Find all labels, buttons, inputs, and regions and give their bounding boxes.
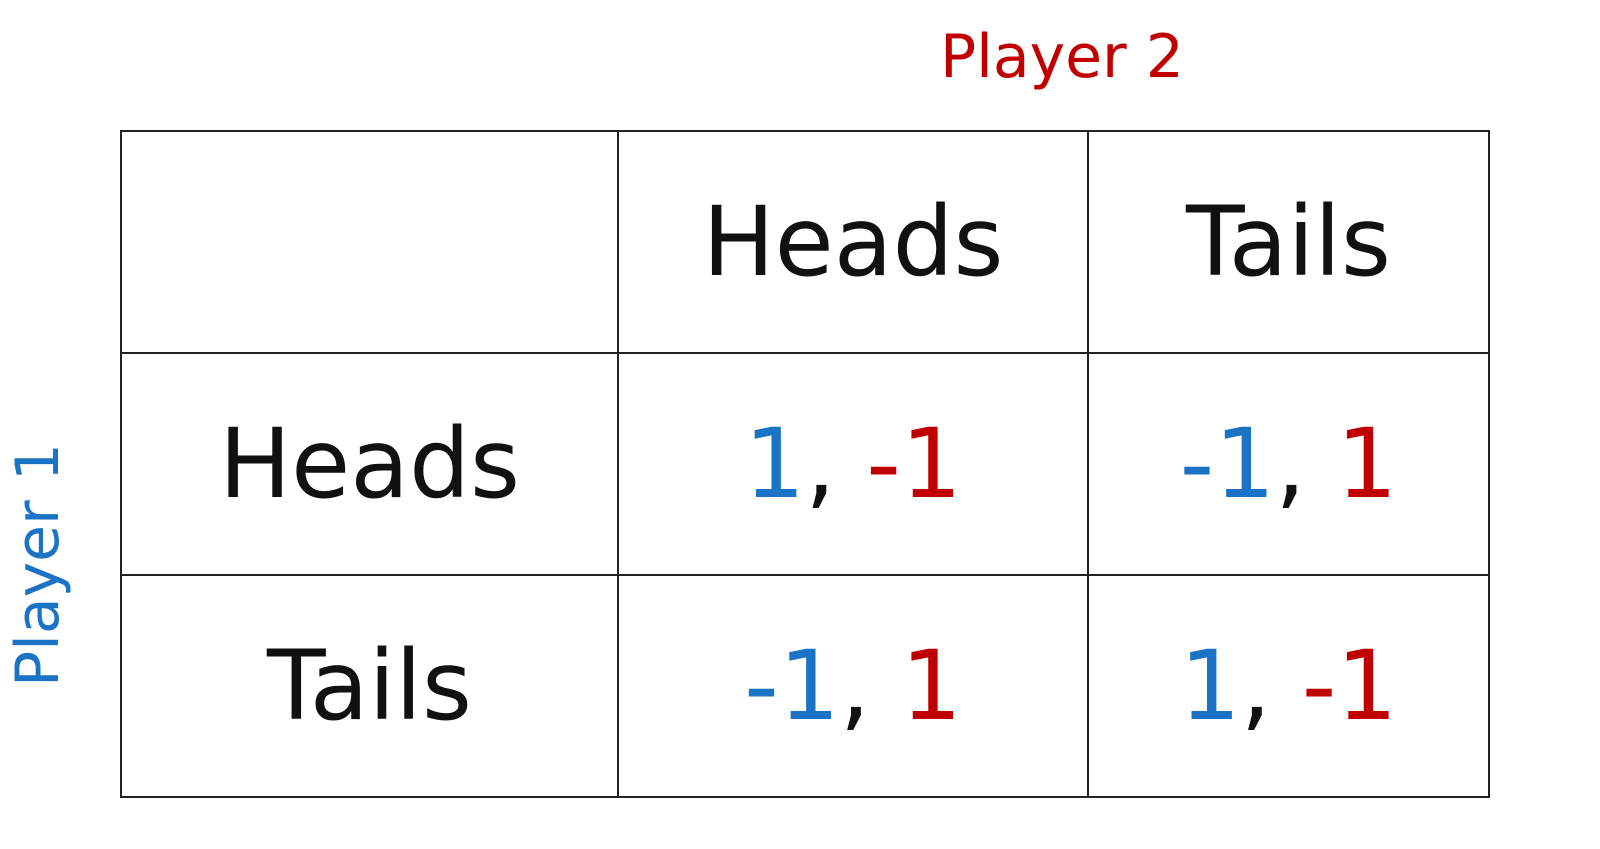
player-1-payoff: 1 [744,408,806,520]
payoff-separator: , [805,408,836,520]
player-2-payoff: -1 [1301,630,1398,742]
player-2-label: Player 2 [940,22,1184,92]
header-row: Heads Tails [120,130,1490,354]
payoff-cell-heads-tails: -1, 1 [1087,352,1490,576]
player-1-payoff: -1 [1179,408,1276,520]
empty-corner-cell [120,130,619,354]
payoff-matrix: Heads Tails Heads 1, -1 -1, 1 Tails -1, … [120,130,1490,798]
column-header-heads: Heads [617,130,1089,354]
column-header-tails: Tails [1087,130,1490,354]
payoff-separator: , [839,630,871,742]
player-1-payoff: 1 [1179,630,1241,742]
payoff-row-tails: Tails -1, 1 1, -1 [120,574,1490,798]
payoff-row-heads: Heads 1, -1 -1, 1 [120,352,1490,576]
player-2-payoff: 1 [1336,408,1398,520]
payoff-separator: , [1240,630,1272,742]
player-1-label: Player 1 [3,443,73,687]
player-1-payoff: -1 [744,630,840,742]
payoff-cell-tails-tails: 1, -1 [1087,574,1490,798]
row-header-heads: Heads [120,352,619,576]
player-2-payoff: 1 [900,630,962,742]
payoff-cell-tails-heads: -1, 1 [617,574,1089,798]
row-header-tails: Tails [120,574,619,798]
payoff-cell-heads-heads: 1, -1 [617,352,1089,576]
payoff-separator: , [1275,408,1306,520]
player-2-payoff: -1 [866,408,962,520]
